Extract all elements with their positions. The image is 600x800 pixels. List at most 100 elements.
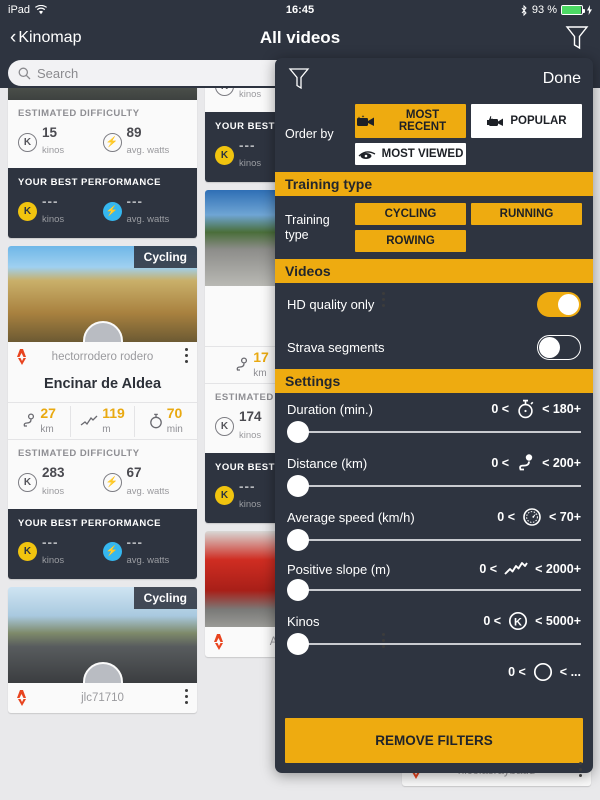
more-options-icon[interactable]	[185, 688, 189, 707]
stat-elevation: 119 m	[71, 405, 135, 438]
more-options-icon[interactable]	[382, 632, 386, 651]
remove-filters-button[interactable]: REMOVE FILTERS	[285, 718, 583, 763]
card-byline: jlc71710	[8, 683, 197, 713]
stopwatch-icon	[149, 413, 163, 429]
kinos-k-icon: K	[508, 611, 528, 631]
slider-min-text: 0 <	[497, 510, 516, 524]
distance-value: 17	[253, 348, 269, 365]
training-type-label: Training type	[285, 213, 330, 242]
video-card[interactable]: Cycling jlc71710	[8, 586, 197, 713]
order-option-most-recent[interactable]: MOST RECENT	[355, 104, 466, 138]
avatar	[82, 661, 123, 683]
kinos-k-icon: K	[215, 416, 234, 436]
difficulty-watts-value: 67	[126, 465, 142, 481]
slider-track[interactable]	[287, 419, 581, 445]
video-title: Encinar de Aldea	[43, 376, 162, 393]
search-icon	[18, 67, 31, 79]
slider-max-text: < 2000+	[535, 562, 581, 576]
more-options-icon[interactable]	[382, 292, 386, 310]
slider-handle[interactable]	[287, 633, 309, 655]
order-option-label: MOST VIEWED	[381, 148, 464, 160]
performance-kinos: K --- kinos	[18, 194, 103, 227]
slider-track[interactable]	[287, 473, 581, 499]
toggle-row-strava-segments: Strava segments	[275, 326, 593, 369]
video-camera-new-icon	[357, 115, 375, 127]
settings-scroll-area[interactable]: Duration (min.) 0 < < 180+ Distance (km)	[275, 393, 593, 712]
order-option-most-viewed[interactable]: MOST VIEWED	[355, 143, 466, 165]
training-option-running[interactable]: RUNNING	[471, 203, 582, 225]
kinos-unit: kinos	[239, 158, 262, 170]
order-by-label: Order by	[285, 127, 334, 142]
estimated-difficulty-block: ESTIMATED DIFFICULTY K 283 kinos ⚡ 67 avg.…	[8, 440, 197, 508]
video-thumbnail[interactable]: Cycling	[8, 586, 197, 683]
bluetooth-icon	[521, 4, 527, 16]
difficulty-watts-value: 89	[126, 125, 142, 140]
strava-segments-label: Strava segments	[287, 340, 385, 355]
video-card[interactable]: ESTIMATED DIFFICULTY K 15 kinos ⚡ 89 avg. …	[8, 88, 197, 239]
slider-positive-slope: Positive slope (m) 0 < < 2000+	[275, 555, 593, 605]
video-camera-thumbsup-icon	[486, 115, 504, 127]
slider-handle[interactable]	[287, 421, 309, 443]
performance-kinos-value: ---	[239, 138, 256, 154]
distance-value: 27	[40, 404, 56, 421]
back-button[interactable]: ‹ Kinomap	[10, 28, 81, 47]
more-options-icon[interactable]	[185, 348, 189, 366]
watts-unit: avg. watts	[126, 485, 170, 497]
watts-unit: avg. watts	[126, 145, 170, 157]
slider-handle[interactable]	[287, 579, 309, 601]
filter-funnel-icon[interactable]	[564, 24, 590, 52]
distance-unit: km	[40, 424, 54, 436]
training-type-options: CYCLING RUNNING ROWING	[355, 203, 583, 252]
training-option-rowing[interactable]: ROWING	[355, 230, 466, 252]
section-settings: Settings	[275, 369, 593, 393]
training-type-row: Training type CYCLING RUNNING ROWING	[275, 196, 593, 259]
slider-partial-next: 0 < < ...	[275, 659, 593, 685]
battery-icon	[561, 5, 585, 15]
difficulty-kinos-value: 15	[42, 125, 58, 140]
done-button[interactable]: Done	[543, 70, 581, 88]
slider-kinos: Kinos 0 < K < 5000+	[275, 605, 593, 659]
video-thumbnail[interactable]	[8, 88, 197, 100]
filter-panel-header: Done	[275, 58, 593, 97]
bolt-coin-icon: ⚡	[102, 201, 122, 221]
section-training-type: Training type	[275, 172, 593, 196]
slider-label: Distance (km)	[287, 455, 368, 471]
slider-min-text: 0 <	[483, 614, 502, 628]
slider-max-text: < 180+	[542, 402, 581, 416]
uploader-name: jlc71710	[81, 691, 124, 704]
kinos-unit: kinos	[42, 554, 65, 566]
eye-icon	[358, 149, 376, 160]
stat-duration: 70 min	[135, 405, 197, 437]
slider-handle[interactable]	[287, 529, 309, 551]
app-root: iPad 16:45 93 % ‹ Kinomap All videos Sea…	[0, 0, 600, 800]
order-option-popular[interactable]: POPULAR	[471, 104, 582, 138]
slider-track[interactable]	[287, 577, 581, 603]
section-videos: Videos	[275, 259, 593, 283]
bolt-icon: ⚡	[102, 472, 122, 492]
kinos-unit: kinos	[239, 498, 262, 510]
status-bar: iPad 16:45 93 %	[0, 0, 600, 20]
route-pin-icon	[22, 413, 36, 429]
difficulty-kinos: K 15 kinos	[18, 125, 103, 158]
slider-track[interactable]	[287, 527, 581, 553]
video-stats: 27 km 119 m 70 min	[8, 402, 197, 441]
strava-segments-toggle[interactable]	[537, 335, 581, 360]
status-bar-right: 93 %	[520, 4, 592, 16]
filter-panel: Done Order by MOST RECENT POPULAR MOST V…	[275, 58, 593, 773]
elevation-unit: m	[102, 424, 111, 436]
uploader-name: hectorrodero rodero	[51, 351, 154, 364]
toggle-row-hd-quality: HD quality only	[275, 283, 593, 326]
more-options-icon[interactable]	[579, 762, 583, 780]
kinos-coin-icon: K	[18, 542, 37, 562]
video-thumbnail[interactable]: Cycling	[8, 246, 197, 343]
nav-bar: ‹ Kinomap All videos	[0, 20, 600, 55]
estimated-difficulty-block: ESTIMATED DIFFICULTY K 15 kinos ⚡ 89 avg. …	[8, 100, 197, 168]
bolt-coin-icon: ⚡	[102, 542, 122, 562]
slider-max-text-partial: < ...	[559, 665, 581, 679]
hd-quality-toggle[interactable]	[537, 292, 581, 317]
training-option-cycling[interactable]: CYCLING	[355, 203, 466, 225]
difficulty-watts: ⚡ 89 avg. watts	[102, 125, 188, 158]
slider-handle[interactable]	[287, 475, 309, 497]
video-card[interactable]: Cycling hectorrodero rodero Encinar de A…	[8, 246, 197, 579]
slider-track[interactable]	[287, 631, 581, 657]
